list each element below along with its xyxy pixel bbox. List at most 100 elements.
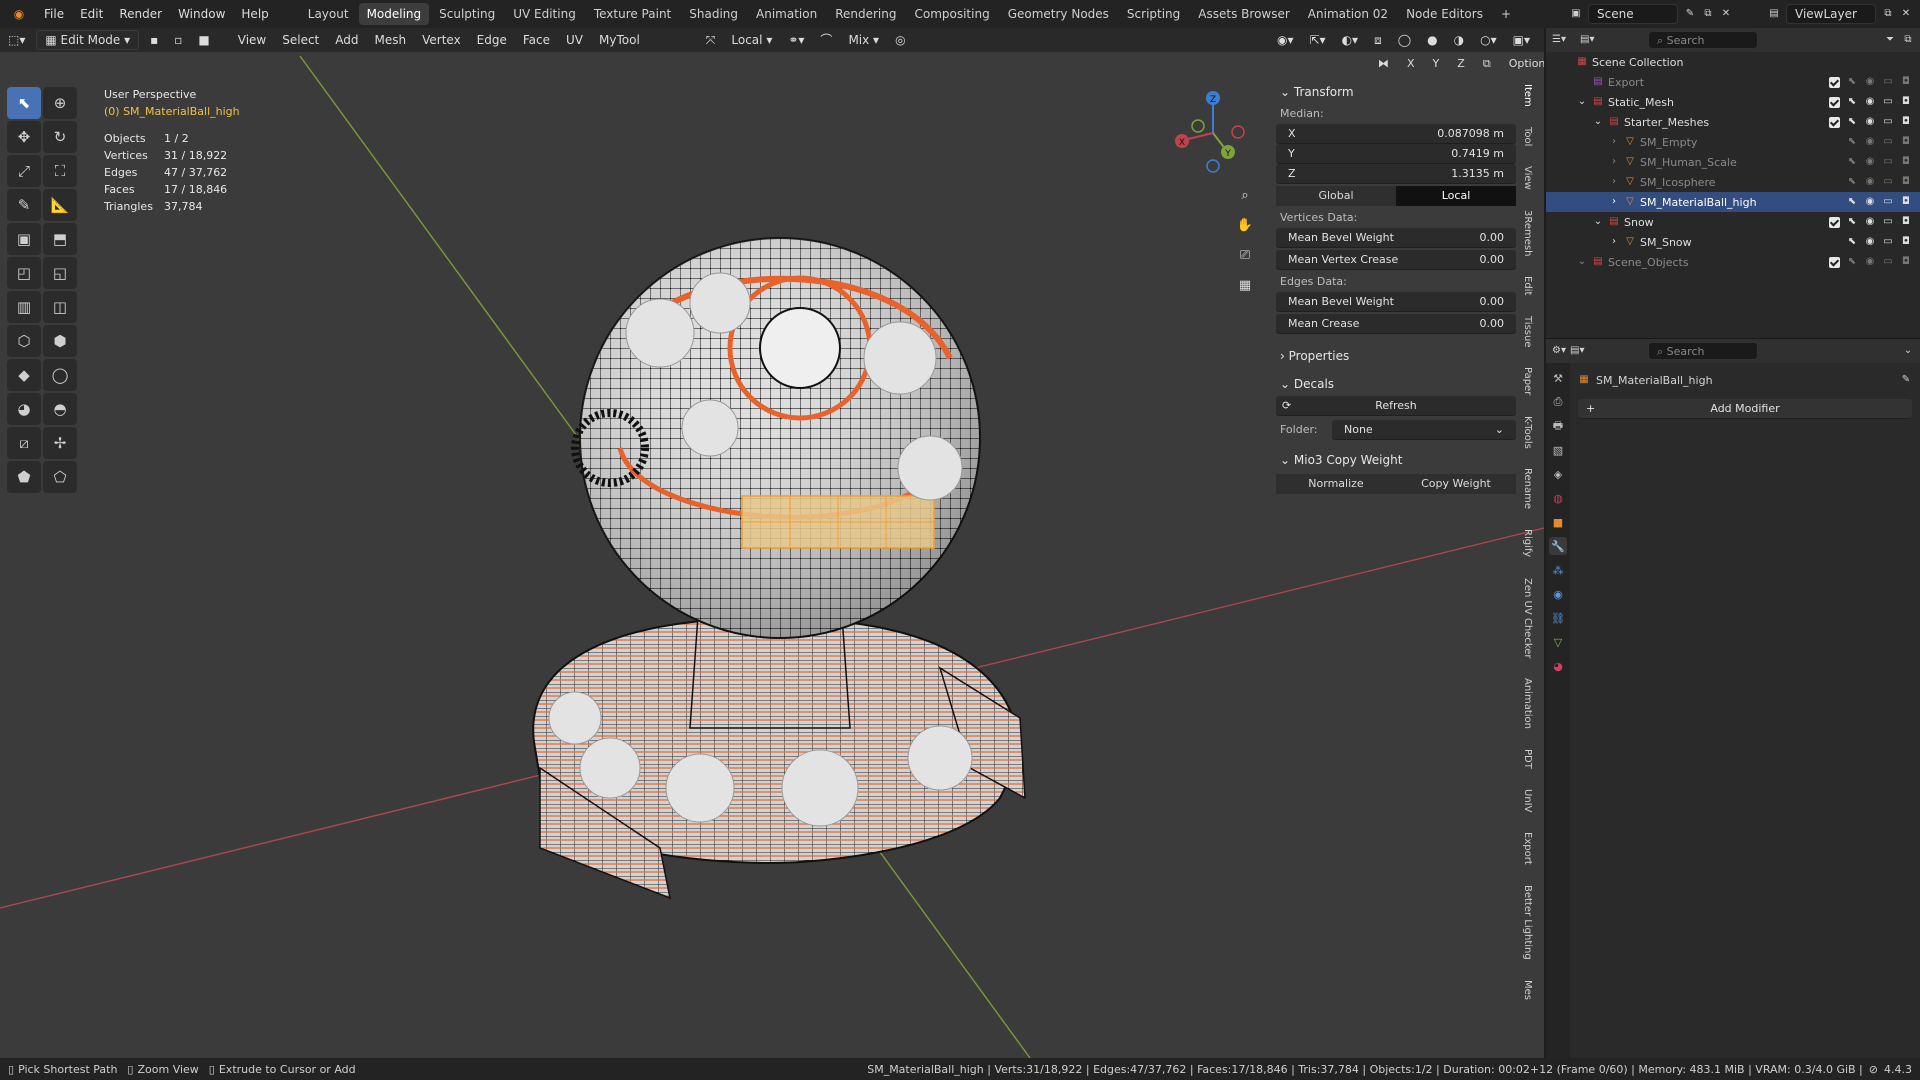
transform-panel-header[interactable]: ⌄ Transform — [1276, 80, 1516, 104]
extrude-tool-icon[interactable]: ⬒ — [43, 223, 77, 255]
select-arrow-icon[interactable]: ⬉ — [1846, 156, 1858, 168]
camera-icon[interactable]: ⎚ — [1232, 242, 1258, 268]
expand-chevron-icon[interactable] — [1560, 56, 1572, 68]
camera-render-icon[interactable]: ◘ — [1900, 136, 1912, 148]
median-x-field[interactable]: X 0.087098 m — [1276, 124, 1516, 144]
eye-icon[interactable]: ◉ — [1864, 176, 1876, 188]
normalize-button[interactable]: Normalize — [1276, 474, 1396, 494]
monitor-icon[interactable]: ▭ — [1882, 256, 1894, 268]
menu-window[interactable]: Window — [170, 0, 233, 28]
tab-layout[interactable]: Layout — [300, 3, 357, 25]
outliner-row-static-mesh[interactable]: ⌄ ▤ Static_Mesh ⬉ ◉ ▭ ◘ — [1546, 92, 1920, 112]
editor-options-icon[interactable]: ▣▾ — [1505, 30, 1538, 50]
physics-tab-icon[interactable]: ◉ — [1549, 585, 1567, 603]
sidebar-tab-zen-uv-checker[interactable]: Zen UV Checker — [1520, 574, 1535, 663]
eye-icon[interactable]: ◉ — [1864, 76, 1876, 88]
xray-icon[interactable]: ⧈ — [1366, 30, 1390, 50]
median-z-field[interactable]: Z 1.3135 m — [1276, 164, 1516, 184]
eye-icon[interactable]: ◉ — [1864, 236, 1876, 248]
tab-uv-editing[interactable]: UV Editing — [505, 3, 584, 25]
chevron-down-icon[interactable]: ⌄ — [1902, 345, 1914, 357]
filter-icon[interactable]: ⏷ — [1884, 34, 1896, 46]
sidebar-tab-mes[interactable]: Mes — [1520, 976, 1535, 1004]
output-tab-icon[interactable]: 🖶 — [1549, 417, 1567, 435]
rotate-tool-icon[interactable]: ↻ — [43, 121, 77, 153]
tab-texture-paint[interactable]: Texture Paint — [586, 3, 679, 25]
wireframe-shading-icon[interactable]: ◯ — [1390, 30, 1419, 50]
sidebar-tab-view[interactable]: View — [1520, 162, 1535, 194]
mio3-panel-header[interactable]: ⌄ Mio3 Copy Weight — [1276, 448, 1516, 472]
select-arrow-icon[interactable]: ⬉ — [1846, 76, 1858, 88]
properties-editor-icon[interactable]: ⚙▾ — [1552, 345, 1566, 357]
menu-select[interactable]: Select — [274, 30, 327, 50]
sidebar-tab-rename[interactable]: Rename — [1520, 464, 1535, 513]
mean-bevel-weight-edge-field[interactable]: Mean Bevel Weight 0.00 — [1276, 292, 1516, 312]
expand-chevron-icon[interactable]: ⌄ — [1576, 256, 1588, 268]
modifier-tab-icon[interactable]: 🔧 — [1549, 537, 1567, 555]
camera-render-icon[interactable]: ◘ — [1900, 256, 1912, 268]
mirror-y[interactable]: Y — [1425, 54, 1448, 74]
outliner-row-scene-collection[interactable]: ▦ Scene Collection — [1546, 52, 1920, 72]
material-tab-icon[interactable]: ◕ — [1549, 657, 1567, 675]
visibility-icon[interactable]: ◉▾ — [1269, 30, 1302, 50]
monitor-icon[interactable]: ▭ — [1882, 196, 1894, 208]
pan-hand-icon[interactable]: ✋ — [1232, 212, 1258, 238]
material-ball-mesh[interactable] — [532, 237, 1026, 900]
menu-help[interactable]: Help — [233, 0, 276, 28]
transform-tool-icon[interactable]: ⛶ — [43, 155, 77, 187]
expand-chevron-icon[interactable]: ⌄ — [1576, 96, 1588, 108]
cursor-tool-icon[interactable]: ⊕ — [43, 87, 77, 119]
proportional-icon[interactable]: ◎ — [887, 30, 913, 50]
select-arrow-icon[interactable]: ⬉ — [1846, 176, 1858, 188]
render-tab-icon[interactable]: ⎙ — [1549, 393, 1567, 411]
pin-icon[interactable]: ✎ — [1900, 374, 1912, 386]
add-workspace-icon[interactable]: + — [1493, 3, 1519, 25]
eye-icon[interactable]: ◉ — [1864, 136, 1876, 148]
snap-icon[interactable]: ⌒ — [812, 30, 840, 50]
to-sphere-tool-icon[interactable]: ⬠ — [43, 461, 77, 493]
include-checkbox[interactable] — [1829, 256, 1840, 268]
rip-tool-icon[interactable]: ✢ — [43, 427, 77, 459]
select-arrow-icon[interactable]: ⬉ — [1846, 236, 1858, 248]
tab-modeling[interactable]: Modeling — [358, 3, 430, 25]
new-collection-icon[interactable]: ⧉ — [1902, 34, 1914, 46]
select-arrow-icon[interactable]: ⬉ — [1846, 256, 1858, 268]
scene-tab-icon[interactable]: ◈ — [1549, 465, 1567, 483]
tab-shading[interactable]: Shading — [681, 3, 746, 25]
data-tab-icon[interactable]: ▽ — [1549, 633, 1567, 651]
tab-scripting[interactable]: Scripting — [1119, 3, 1188, 25]
menu-mytool[interactable]: MyTool — [591, 30, 648, 50]
tab-rendering[interactable]: Rendering — [827, 3, 904, 25]
menu-edit[interactable]: Edit — [72, 0, 111, 28]
camera-render-icon[interactable]: ◘ — [1900, 176, 1912, 188]
display-mode-icon[interactable]: ▤▾ — [1580, 34, 1594, 46]
mean-bevel-weight-vertex-field[interactable]: Mean Bevel Weight 0.00 — [1276, 228, 1516, 248]
outliner-row-export[interactable]: ▤ Export ⬉ ◉ ▭ ◘ — [1546, 72, 1920, 92]
zoom-icon[interactable]: ⌕ — [1232, 182, 1258, 208]
expand-chevron-icon[interactable]: › — [1608, 136, 1620, 148]
properties-search-input[interactable]: ⌕ Search — [1648, 342, 1758, 360]
navigation-gizmo[interactable]: Z X Y — [1168, 88, 1258, 178]
outliner-row-sm-snow[interactable]: › ▽ SM_Snow ⬉ ◉ ▭ ◘ — [1546, 232, 1920, 252]
gizmo-icon[interactable]: ⇱▾ — [1302, 30, 1334, 50]
menu-file[interactable]: File — [36, 0, 72, 28]
spin-tool-icon[interactable]: ⬢ — [43, 325, 77, 357]
annotate-tool-icon[interactable]: ✎ — [7, 189, 41, 221]
sidebar-tab-item[interactable]: Item — [1520, 80, 1535, 111]
properties-panel-header[interactable]: › Properties — [1276, 344, 1516, 368]
bevel-tool-icon[interactable]: ◱ — [43, 257, 77, 289]
rendered-shading-icon[interactable]: ○▾ — [1472, 30, 1505, 50]
outliner-row-snow[interactable]: ⌄ ▤ Snow ⬉ ◉ ▭ ◘ — [1546, 212, 1920, 232]
loop-cut-tool-icon[interactable]: ▥ — [7, 291, 41, 323]
outliner-row-sm-empty[interactable]: › ▽ SM_Empty ⬉ ◉ ▭ ◘ — [1546, 132, 1920, 152]
menu-face[interactable]: Face — [515, 30, 558, 50]
select-arrow-icon[interactable]: ⬉ — [1846, 116, 1858, 128]
vertex-select-icon[interactable]: ▪ — [142, 30, 166, 50]
camera-render-icon[interactable]: ◘ — [1900, 196, 1912, 208]
refresh-button[interactable]: ⟳ Refresh — [1276, 396, 1516, 416]
sidebar-tab-better-lighting[interactable]: Better Lighting — [1520, 881, 1535, 964]
move-tool-icon[interactable]: ✥ — [7, 121, 41, 153]
eye-icon[interactable]: ◉ — [1864, 116, 1876, 128]
constraints-tab-icon[interactable]: ⛓ — [1549, 609, 1567, 627]
monitor-icon[interactable]: ▭ — [1882, 176, 1894, 188]
